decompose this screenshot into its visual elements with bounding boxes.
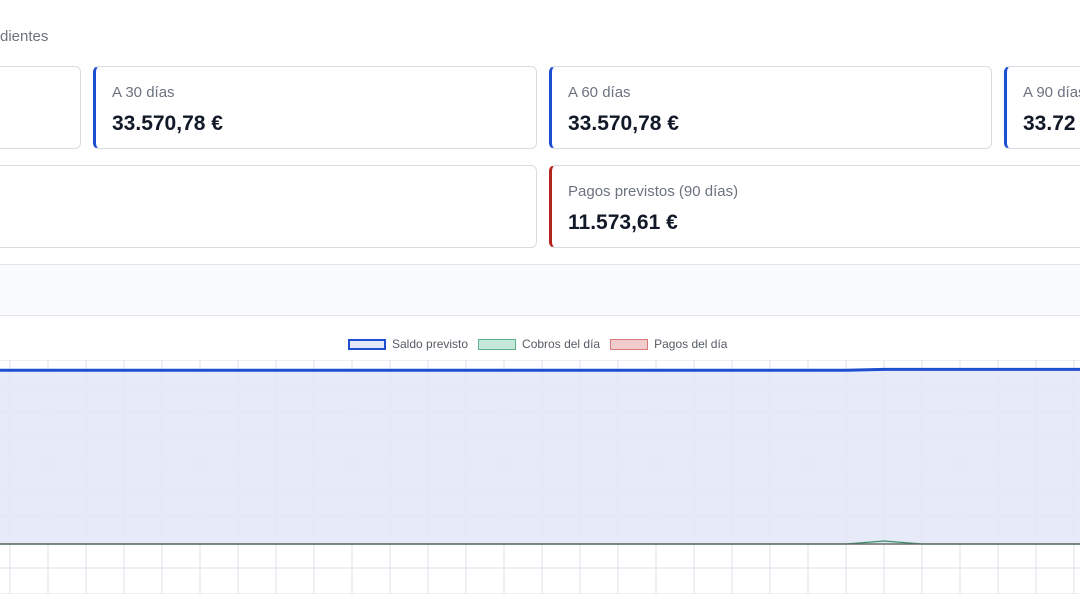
card-30-days-value: 33.570,78 € <box>112 112 223 135</box>
chart-toolbar-strip <box>0 264 1080 316</box>
card-90-days-label: A 90 días <box>1023 84 1080 101</box>
card-30-days: A 30 días 33.570,78 € <box>93 66 537 149</box>
chart-legend: Saldo previsto Cobros del día Pagos del … <box>348 336 727 352</box>
legend-item-pagos[interactable]: Pagos del día <box>610 337 727 351</box>
legend-label-cobros: Cobros del día <box>522 337 601 351</box>
legend-item-saldo[interactable]: Saldo previsto <box>348 337 468 351</box>
card-60-days-label: A 60 días <box>568 84 631 101</box>
legend-swatch-cobros <box>478 338 517 350</box>
summary-card-empty <box>0 165 537 248</box>
card-pagos-previstos: Pagos previstos (90 días) 11.573,61 € <box>549 165 1080 248</box>
card-pagos-previstos-label: Pagos previstos (90 días) <box>568 183 739 200</box>
legend-label-saldo: Saldo previsto <box>392 337 469 351</box>
legend-label-pagos: Pagos del día <box>654 337 728 351</box>
series-area-saldo-previsto <box>0 369 1080 544</box>
card-30-days-label: A 30 días <box>112 84 175 101</box>
card-90-days-value: 33.72 <box>1023 112 1076 135</box>
forecast-line-chart <box>0 360 1080 594</box>
card-90-days: A 90 días 33.72 <box>1004 66 1080 149</box>
card-pagos-previstos-value: 11.573,61 € <box>568 211 678 234</box>
legend-swatch-pagos <box>610 338 649 350</box>
summary-card-partial <box>0 66 81 149</box>
legend-swatch-saldo <box>348 338 386 350</box>
card-60-days: A 60 días 33.570,78 € <box>549 66 992 149</box>
page-subtitle: dientes <box>0 28 49 45</box>
series-line-saldo-previsto <box>0 367 1080 372</box>
legend-item-cobros[interactable]: Cobros del día <box>478 337 600 351</box>
card-60-days-value: 33.570,78 € <box>568 112 679 135</box>
